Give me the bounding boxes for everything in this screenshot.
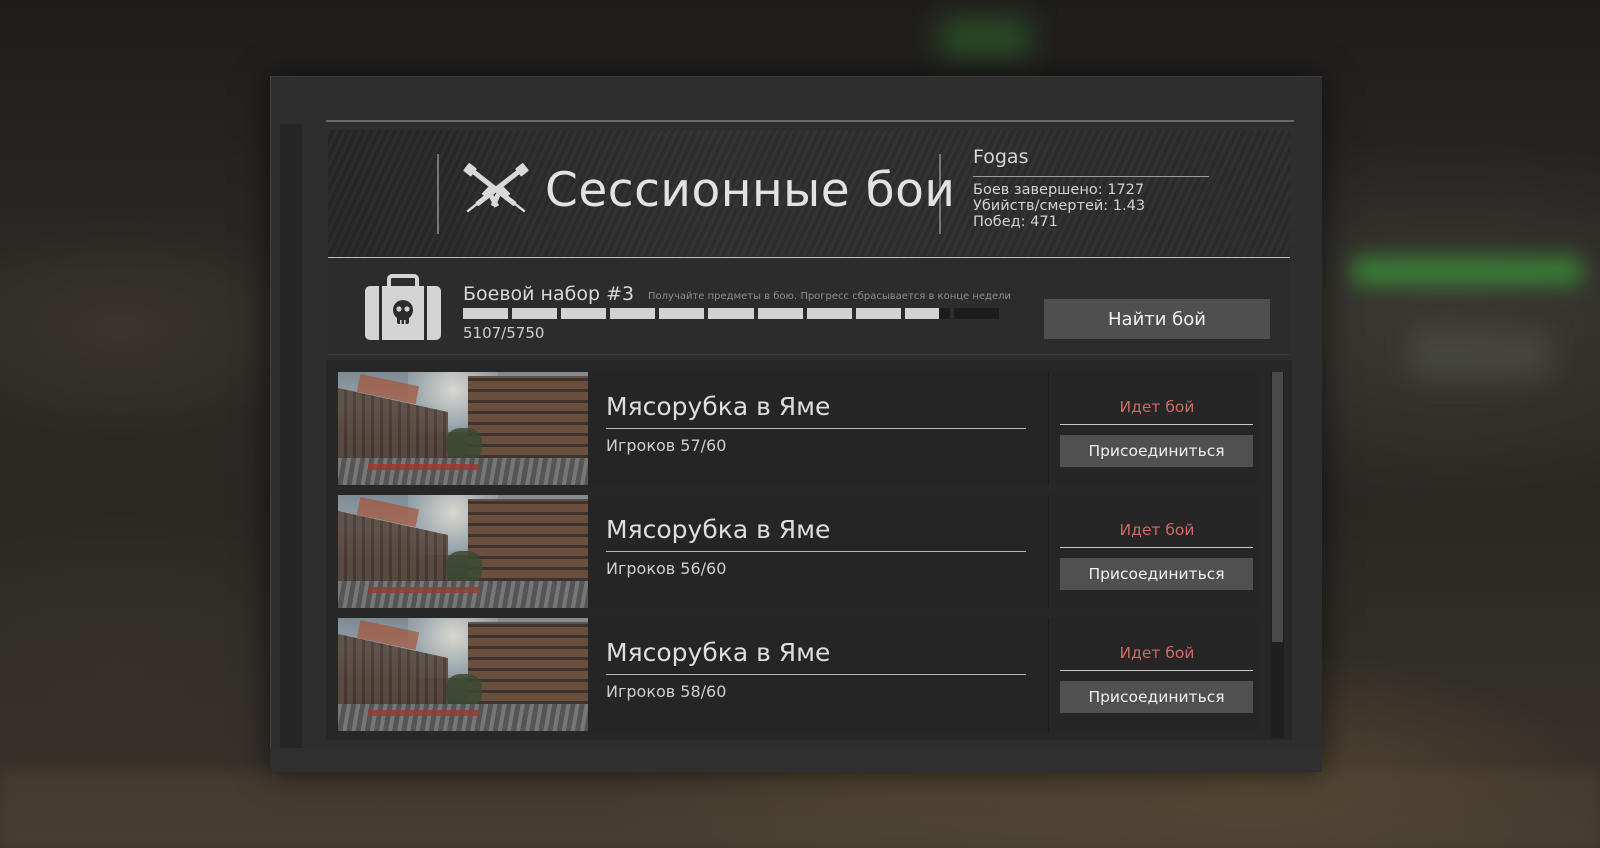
page-title: Сессионные бои (545, 163, 956, 218)
find-battle-button[interactable]: Найти бой (1044, 299, 1270, 339)
kit-title: Боевой набор #3 (463, 283, 635, 305)
player-count: Игроков 57/60 (606, 436, 727, 455)
progress-segment-fill (757, 308, 803, 319)
progress-segment-fill (806, 308, 852, 319)
kit-progress-label: 5107/5750 (463, 324, 545, 342)
map-name: Мясорубка в Яме (606, 392, 831, 421)
window-top-divider (326, 120, 1294, 122)
status-label: Идет бой (1119, 398, 1195, 416)
map-name: Мясорубка в Яме (606, 638, 831, 667)
player-name: Fogas (973, 146, 1029, 168)
map-thumbnail (338, 618, 588, 731)
kit-progress-bar (463, 308, 999, 319)
join-button[interactable]: Присоединиться (1060, 681, 1253, 713)
map-name: Мясорубка в Яме (606, 515, 831, 544)
player-name-underline (973, 176, 1209, 177)
progress-segment (953, 308, 999, 319)
scrollbar-thumb[interactable] (1272, 372, 1283, 642)
crossed-rifles-icon (463, 163, 529, 213)
player-count: Игроков 56/60 (606, 559, 727, 578)
status-label: Идет бой (1119, 644, 1195, 662)
progress-segment-fill (855, 308, 901, 319)
window-left-rail (280, 124, 302, 750)
progress-segment-fill (904, 308, 940, 319)
stat-wins: Побед: 471 (973, 214, 1058, 230)
session-row: Мясорубка в Яме Игроков 58/60 Идет бой П… (338, 618, 1259, 731)
progress-segment-fill (463, 308, 509, 319)
map-thumbnail (338, 495, 588, 608)
join-button[interactable]: Присоединиться (1060, 435, 1253, 467)
header-divider (437, 154, 439, 234)
stat-kd: Убийств/смертей: 1.43 (973, 198, 1146, 214)
session-row: Мясорубка в Яме Игроков 57/60 Идет бой П… (338, 372, 1259, 485)
join-button[interactable]: Присоединиться (1060, 558, 1253, 590)
player-count: Игроков 58/60 (606, 682, 727, 701)
progress-segment-fill (708, 308, 754, 319)
stat-battles: Боев завершено: 1727 (973, 182, 1145, 198)
kit-hint: Получайте предметы в бою. Прогресс сбрас… (648, 291, 1012, 302)
progress-segment-fill (561, 308, 607, 319)
progress-segment-fill (610, 308, 656, 319)
progress-segment-fill (659, 308, 705, 319)
progress-segment-fill (512, 308, 558, 319)
status-label: Идет бой (1119, 521, 1195, 539)
map-thumbnail (338, 372, 588, 485)
skull-briefcase-icon (365, 274, 441, 340)
session-row: Мясорубка в Яме Игроков 56/60 Идет бой П… (338, 495, 1259, 608)
